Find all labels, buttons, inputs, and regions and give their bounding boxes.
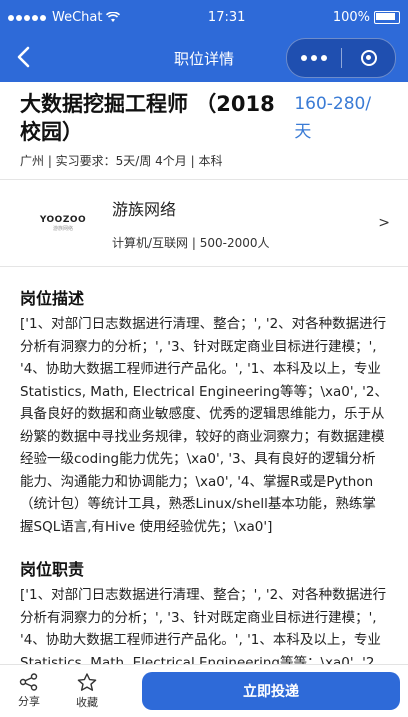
job-responsibility-section: 岗位职责 ['1、对部门日志数据进行清理、整合；', '2、对各种数据进行分析有… xyxy=(0,556,408,665)
wifi-icon xyxy=(106,11,121,22)
company-info: 游族网络 计算机/互联网 | 500-2000人 xyxy=(112,196,270,251)
share-button[interactable]: 分享 xyxy=(0,673,58,709)
job-detail-content[interactable]: 大数据挖掘工程师 （2018校园） 160-280/天 广州 | 实习要求：5天… xyxy=(0,82,408,665)
chevron-right-icon: > xyxy=(378,215,390,231)
mini-program-capsule xyxy=(286,38,396,78)
salary-label: 160-280/天 xyxy=(294,94,372,142)
section-title: 岗位职责 xyxy=(20,560,85,579)
share-label: 分享 xyxy=(18,695,40,708)
job-header: 大数据挖掘工程师 （2018校园） 160-280/天 xyxy=(0,82,408,146)
section-title: 岗位描述 xyxy=(20,289,85,308)
back-arrow-icon[interactable] xyxy=(14,46,34,68)
status-time: 17:31 xyxy=(207,9,246,25)
company-card[interactable]: YOOZOO 游族网络 游族网络 计算机/互联网 | 500-2000人 > xyxy=(0,180,408,266)
section-body: ['1、对部门日志数据进行清理、整合；', '2、对各种数据进行分析有洞察力的分… xyxy=(20,316,388,535)
company-name: 游族网络 xyxy=(112,199,177,219)
apply-button[interactable]: 立即投递 xyxy=(142,672,400,710)
favorite-label: 收藏 xyxy=(76,695,98,709)
carrier-label: WeChat xyxy=(52,9,103,25)
job-meta: 广州 | 实习要求：5天/周 4个月 | 本科 xyxy=(20,154,223,168)
bottom-action-bar: 分享 收藏 立即投递 xyxy=(0,664,408,717)
job-title: 大数据挖掘工程师 （2018校园） xyxy=(20,92,275,144)
share-icon xyxy=(19,673,38,691)
favorite-button[interactable]: 收藏 xyxy=(58,672,116,710)
company-logo: YOOZOO 游族网络 xyxy=(39,214,87,232)
company-description: 计算机/互联网 | 500-2000人 xyxy=(112,235,270,250)
more-icon[interactable] xyxy=(287,55,341,61)
status-bar: WeChat 17:31 100% xyxy=(0,0,408,34)
divider xyxy=(0,266,408,267)
star-icon xyxy=(77,672,97,691)
battery-label: 100% xyxy=(332,9,370,25)
section-body: ['1、对部门日志数据进行清理、整合；', '2、对各种数据进行分析有洞察力的分… xyxy=(20,587,388,665)
navigation-bar: 职位详情 xyxy=(0,34,408,82)
battery-icon xyxy=(374,10,400,24)
job-description-section: 岗位描述 ['1、对部门日志数据进行清理、整合；', '2、对各种数据进行分析有… xyxy=(0,285,408,538)
page-title: 职位详情 xyxy=(173,49,234,68)
close-mini-program-button[interactable] xyxy=(342,50,395,66)
signal-icon xyxy=(8,10,48,25)
close-circle-icon xyxy=(360,50,377,66)
